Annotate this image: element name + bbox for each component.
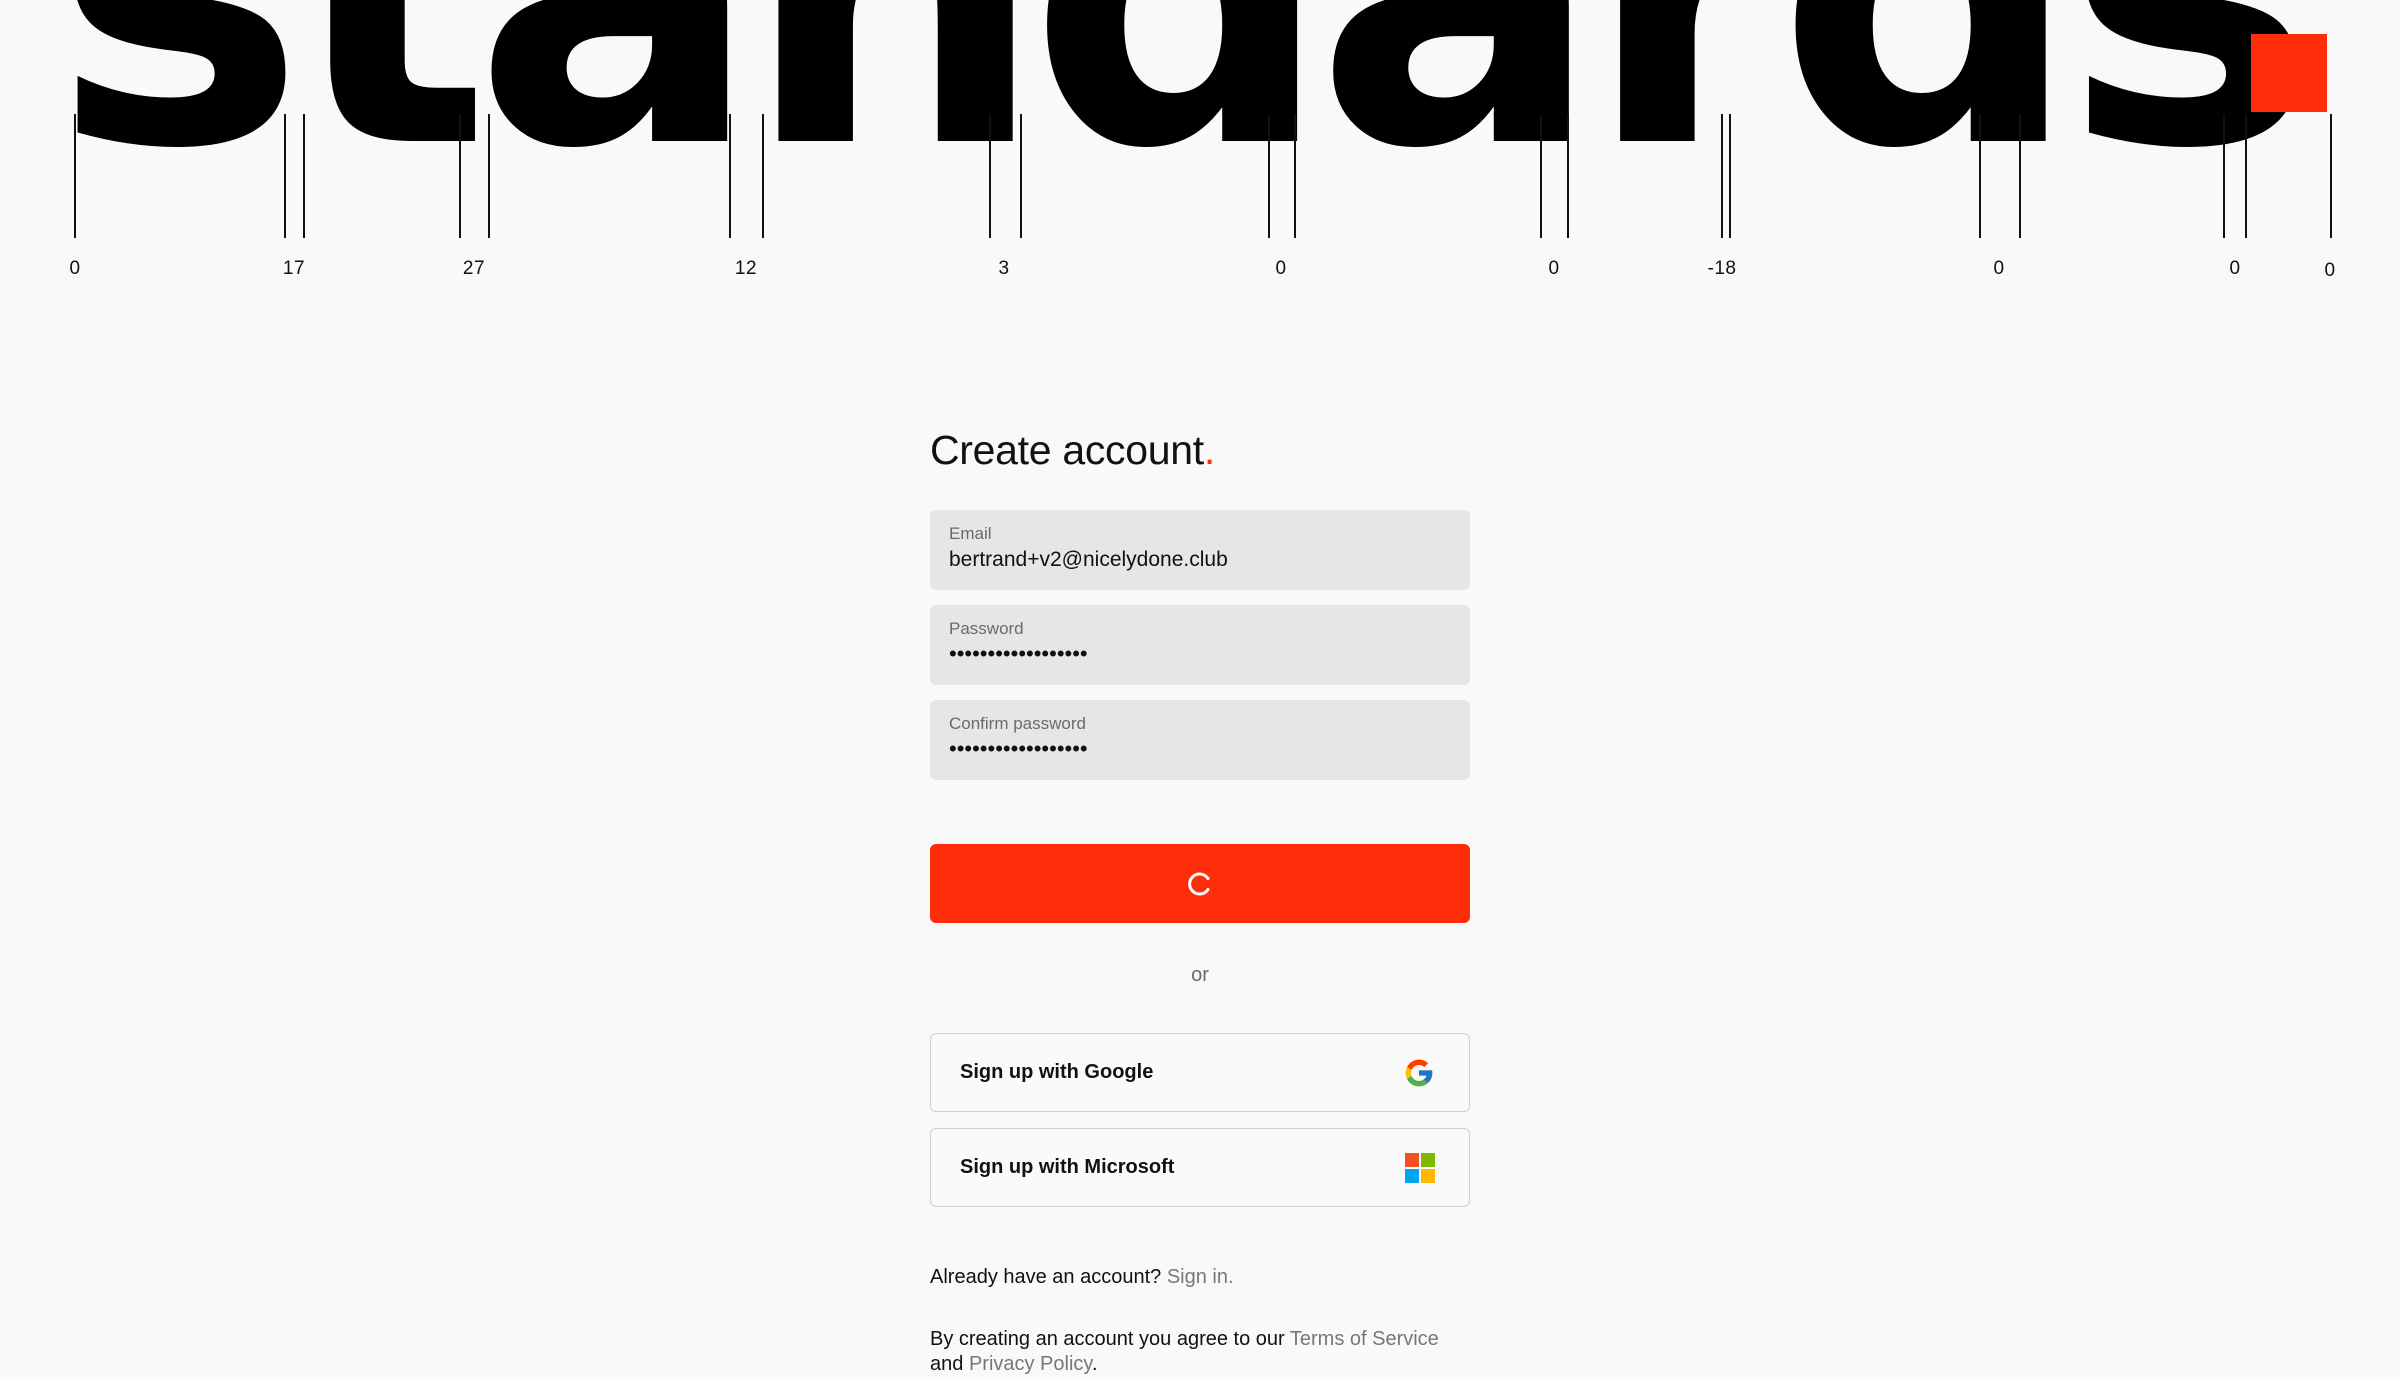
- ruler-line: [459, 114, 461, 238]
- ruler-line: [2245, 114, 2247, 238]
- microsoft-signup-button[interactable]: Sign up with Microsoft: [930, 1128, 1470, 1207]
- kerning-value: 17: [282, 258, 306, 279]
- kerning-value: 0: [1275, 258, 1287, 279]
- terms-end: .: [1091, 1353, 1098, 1375]
- signin-link[interactable]: Sign in.: [1167, 1266, 1234, 1288]
- page-title-text: Create account: [930, 427, 1204, 473]
- terms-prefix: By creating an account you agree to our: [930, 1328, 1285, 1350]
- confirm-password-label: Confirm password: [949, 714, 1086, 733]
- kerning-value: 0: [2229, 258, 2241, 279]
- ruler-line: [1979, 114, 1981, 238]
- ruler-line: [1729, 114, 1731, 238]
- or-divider: or: [1191, 964, 1209, 986]
- google-signup-button[interactable]: Sign up with Google: [930, 1033, 1470, 1112]
- ruler-line: [1020, 114, 1022, 238]
- signin-prompt-text: Already have an account?: [930, 1266, 1162, 1288]
- ruler-line: [284, 114, 286, 238]
- confirm-password-field[interactable]: Confirm password ••••••••••••••••••: [930, 700, 1470, 780]
- confirm-password-input[interactable]: ••••••••••••••••••: [949, 736, 1451, 762]
- ruler-line: [2330, 114, 2332, 238]
- google-signup-label: Sign up with Google: [960, 1061, 1154, 1083]
- ruler-line: [1294, 114, 1296, 238]
- ruler-line: [2019, 114, 2021, 238]
- signin-prompt: Already have an account? Sign in.: [930, 1265, 1550, 1290]
- hero-accent-square: [2251, 34, 2327, 112]
- ruler-line: [2223, 114, 2225, 238]
- hero-banner: standards 0 17 27 12 3 0 0 -18 0 0 0: [0, 0, 2400, 300]
- kerning-value: -18: [1707, 258, 1737, 279]
- microsoft-signup-label: Sign up with Microsoft: [960, 1156, 1175, 1178]
- create-account-form: Create account. Email bertrand+v2@nicely…: [930, 420, 1470, 1375]
- privacy-policy-link[interactable]: Privacy Policy: [969, 1353, 1092, 1375]
- ruler-line: [303, 114, 305, 238]
- microsoft-icon: [1405, 1152, 1435, 1183]
- terms-notice: By creating an account you agree to our …: [930, 1327, 1550, 1377]
- kerning-value: 12: [734, 258, 758, 279]
- ruler-line: [1540, 114, 1542, 238]
- kerning-value: 0: [2324, 260, 2336, 281]
- ruler-line: [74, 114, 76, 238]
- email-field[interactable]: Email bertrand+v2@nicelydone.club: [930, 510, 1470, 590]
- kerning-value: 0: [1548, 258, 1560, 279]
- password-field[interactable]: Password ••••••••••••••••••: [930, 605, 1470, 685]
- page-title: Create account.: [930, 420, 1470, 480]
- ruler-line: [1268, 114, 1270, 238]
- kerning-value: 0: [69, 258, 81, 279]
- email-label: Email: [949, 524, 992, 543]
- password-label: Password: [949, 619, 1024, 638]
- terms-and: and: [930, 1353, 964, 1375]
- ruler-line: [762, 114, 764, 238]
- kerning-value: 0: [1993, 258, 2005, 279]
- google-icon: [1403, 1057, 1435, 1089]
- page-title-dot: .: [1203, 427, 1215, 473]
- ruler-line: [989, 114, 991, 238]
- kerning-value: 3: [998, 258, 1010, 279]
- email-input[interactable]: bertrand+v2@nicelydone.club: [949, 546, 1451, 574]
- password-input[interactable]: ••••••••••••••••••: [949, 641, 1451, 667]
- hero-word: standards: [52, 0, 2317, 208]
- ruler-line: [729, 114, 731, 238]
- spinner-icon: [1188, 872, 1210, 895]
- ruler-line: [1721, 114, 1723, 238]
- kerning-value: 27: [462, 258, 486, 279]
- ruler-line: [1567, 114, 1569, 238]
- create-account-button[interactable]: [930, 844, 1470, 923]
- terms-of-service-link[interactable]: Terms of Service: [1290, 1328, 1439, 1350]
- ruler-line: [488, 114, 490, 238]
